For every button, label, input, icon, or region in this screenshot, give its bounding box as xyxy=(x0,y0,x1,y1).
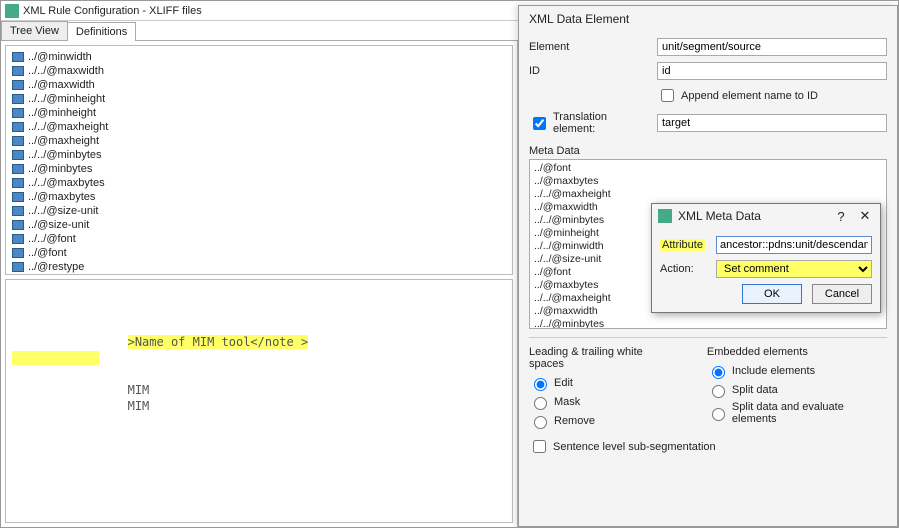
node-icon xyxy=(12,248,24,258)
id-input[interactable] xyxy=(657,62,887,80)
panel-title: XML Data Element xyxy=(519,6,897,32)
radio-edit[interactable] xyxy=(534,378,547,391)
tree-item[interactable]: ../@minwidth xyxy=(10,50,508,64)
subseg-checkbox[interactable] xyxy=(533,440,546,453)
metadata-item[interactable]: ../../@minbytes xyxy=(532,318,884,329)
window-title: XML Rule Configuration - XLIFF files xyxy=(23,5,202,17)
node-icon xyxy=(12,220,24,230)
tree-item[interactable]: ../@minbytes xyxy=(10,162,508,176)
tree-item[interactable]: ../@maxwidth xyxy=(10,78,508,92)
tree-item[interactable]: ../../@maxwidth xyxy=(10,64,508,78)
node-icon xyxy=(12,108,24,118)
help-button[interactable]: ? xyxy=(832,209,850,224)
tab-treeview[interactable]: Tree View xyxy=(1,21,68,40)
label-id: ID xyxy=(529,65,649,77)
append-checkbox[interactable] xyxy=(661,89,674,102)
radio-remove[interactable] xyxy=(534,416,547,429)
node-icon xyxy=(12,206,24,216)
element-input[interactable] xyxy=(657,38,887,56)
node-icon xyxy=(12,52,24,62)
xml-meta-data-dialog: XML Meta Data ? ✕ Attribute Action: Set … xyxy=(651,203,881,313)
node-icon xyxy=(12,80,24,90)
label-append: Append element name to ID xyxy=(681,90,818,102)
attribute-input[interactable] xyxy=(716,236,872,254)
dialog-title: XML Meta Data xyxy=(678,209,826,223)
label-translation: Translation element: xyxy=(553,111,649,135)
tree-item[interactable]: ancestor::pdns:unit/descendant::pdns:not… xyxy=(10,274,508,275)
label-action: Action: xyxy=(660,263,710,275)
node-icon xyxy=(12,262,24,272)
metadata-item[interactable]: ../@maxbytes xyxy=(532,175,884,188)
ok-button[interactable]: OK xyxy=(742,284,802,304)
node-icon xyxy=(12,192,24,202)
tree-item[interactable]: ../../@font xyxy=(10,232,508,246)
node-icon xyxy=(12,178,24,188)
app-icon xyxy=(5,4,19,18)
node-icon xyxy=(12,66,24,76)
translation-input[interactable] xyxy=(657,114,887,132)
tree-item[interactable]: ../../@maxheight xyxy=(10,120,508,134)
node-icon xyxy=(12,136,24,146)
label-metadata: Meta Data xyxy=(529,145,887,157)
tree-item[interactable]: ../@maxheight xyxy=(10,134,508,148)
cancel-button[interactable]: Cancel xyxy=(812,284,872,304)
tree-item[interactable]: ../../@minheight xyxy=(10,92,508,106)
label-embedded: Embedded elements xyxy=(707,346,887,358)
label-element: Element xyxy=(529,41,649,53)
radio-split-eval[interactable] xyxy=(712,408,725,421)
action-select[interactable]: Set comment xyxy=(716,260,872,278)
radio-split[interactable] xyxy=(712,385,725,398)
radio-mask[interactable] xyxy=(534,397,547,410)
node-icon xyxy=(12,94,24,104)
dialog-icon xyxy=(658,209,672,223)
label-subseg: Sentence level sub-segmentation xyxy=(553,441,716,453)
close-button[interactable]: ✕ xyxy=(856,208,874,224)
tree-item[interactable]: ../@size-unit xyxy=(10,218,508,232)
tree-item[interactable]: ../../@size-unit xyxy=(10,204,508,218)
node-icon xyxy=(12,234,24,244)
node-icon xyxy=(12,164,24,174)
label-leading: Leading & trailing white spaces xyxy=(529,346,677,370)
radio-include[interactable] xyxy=(712,366,725,379)
definitions-tree[interactable]: ../@minwidth../../@maxwidth../@maxwidth.… xyxy=(5,45,513,275)
node-icon xyxy=(12,150,24,160)
xml-preview: >Name of MIM tool</note > MIM MIM xyxy=(5,279,513,523)
tree-item[interactable]: ../../@minbytes xyxy=(10,148,508,162)
node-icon xyxy=(12,122,24,132)
metadata-item[interactable]: ../@font xyxy=(532,162,884,175)
translation-checkbox[interactable] xyxy=(533,117,546,130)
tree-item[interactable]: ../@font xyxy=(10,246,508,260)
tree-item[interactable]: ../@restype xyxy=(10,260,508,274)
tab-definitions[interactable]: Definitions xyxy=(67,22,136,41)
label-attribute: Attribute xyxy=(660,239,705,251)
tree-item[interactable]: ../@minheight xyxy=(10,106,508,120)
metadata-item[interactable]: ../../@maxheight xyxy=(532,188,884,201)
tree-item[interactable]: ../../@maxbytes xyxy=(10,176,508,190)
tree-item[interactable]: ../@maxbytes xyxy=(10,190,508,204)
